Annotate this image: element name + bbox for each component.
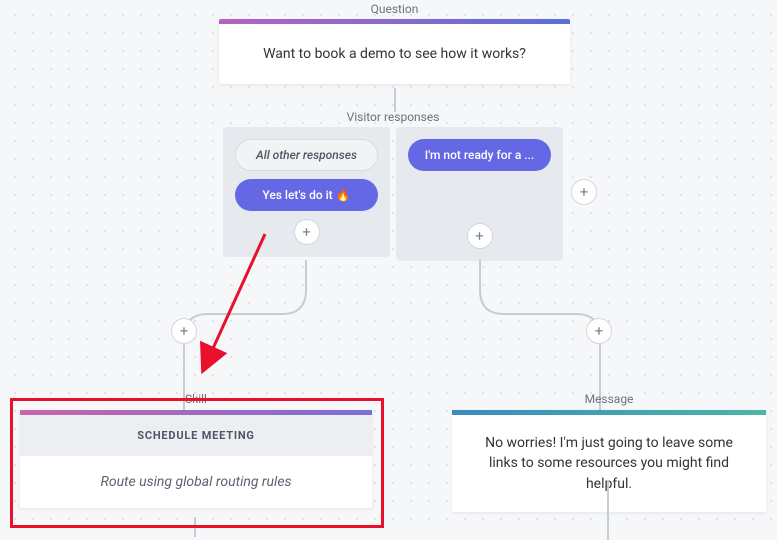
section-label-skill: Skill: [20, 392, 372, 406]
response-pill-notready[interactable]: I'm not ready for a ...: [408, 139, 551, 171]
connector-line: [192, 517, 198, 537]
section-label-responses: Visitor responses: [223, 110, 563, 124]
response-pill-yes[interactable]: Yes let's do it 🔥: [235, 179, 378, 211]
message-node[interactable]: No worries! I'm just going to leave some…: [452, 410, 766, 512]
response-panel-left[interactable]: All other responses Yes let's do it 🔥 +: [223, 127, 390, 257]
add-node-button-left[interactable]: +: [171, 318, 197, 344]
response-panel-right[interactable]: I'm not ready for a ... +: [396, 127, 563, 261]
add-response-button-left[interactable]: +: [294, 219, 320, 245]
plus-icon: +: [475, 227, 484, 245]
flow-canvas: Question Want to book a demo to see how …: [0, 0, 777, 529]
plus-icon: +: [595, 322, 604, 340]
message-text: No worries! I'm just going to leave some…: [452, 415, 766, 512]
section-label-question: Question: [219, 2, 570, 16]
add-node-button-right[interactable]: +: [586, 318, 612, 344]
section-label-message: Message: [452, 392, 766, 406]
plus-icon: +: [180, 322, 189, 340]
question-text: Want to book a demo to see how it works?: [219, 24, 570, 84]
add-response-button-right[interactable]: +: [467, 223, 493, 249]
response-pill-other[interactable]: All other responses: [235, 139, 378, 171]
connector-line: [392, 88, 398, 112]
add-response-panel-button[interactable]: +: [571, 179, 597, 205]
skill-body: Route using global routing rules: [20, 456, 372, 508]
plus-icon: +: [580, 183, 589, 201]
question-node[interactable]: Want to book a demo to see how it works?: [219, 19, 570, 84]
skill-header: SCHEDULE MEETING: [20, 415, 372, 456]
skill-node[interactable]: SCHEDULE MEETING Route using global rout…: [20, 410, 372, 508]
plus-icon: +: [302, 223, 311, 241]
